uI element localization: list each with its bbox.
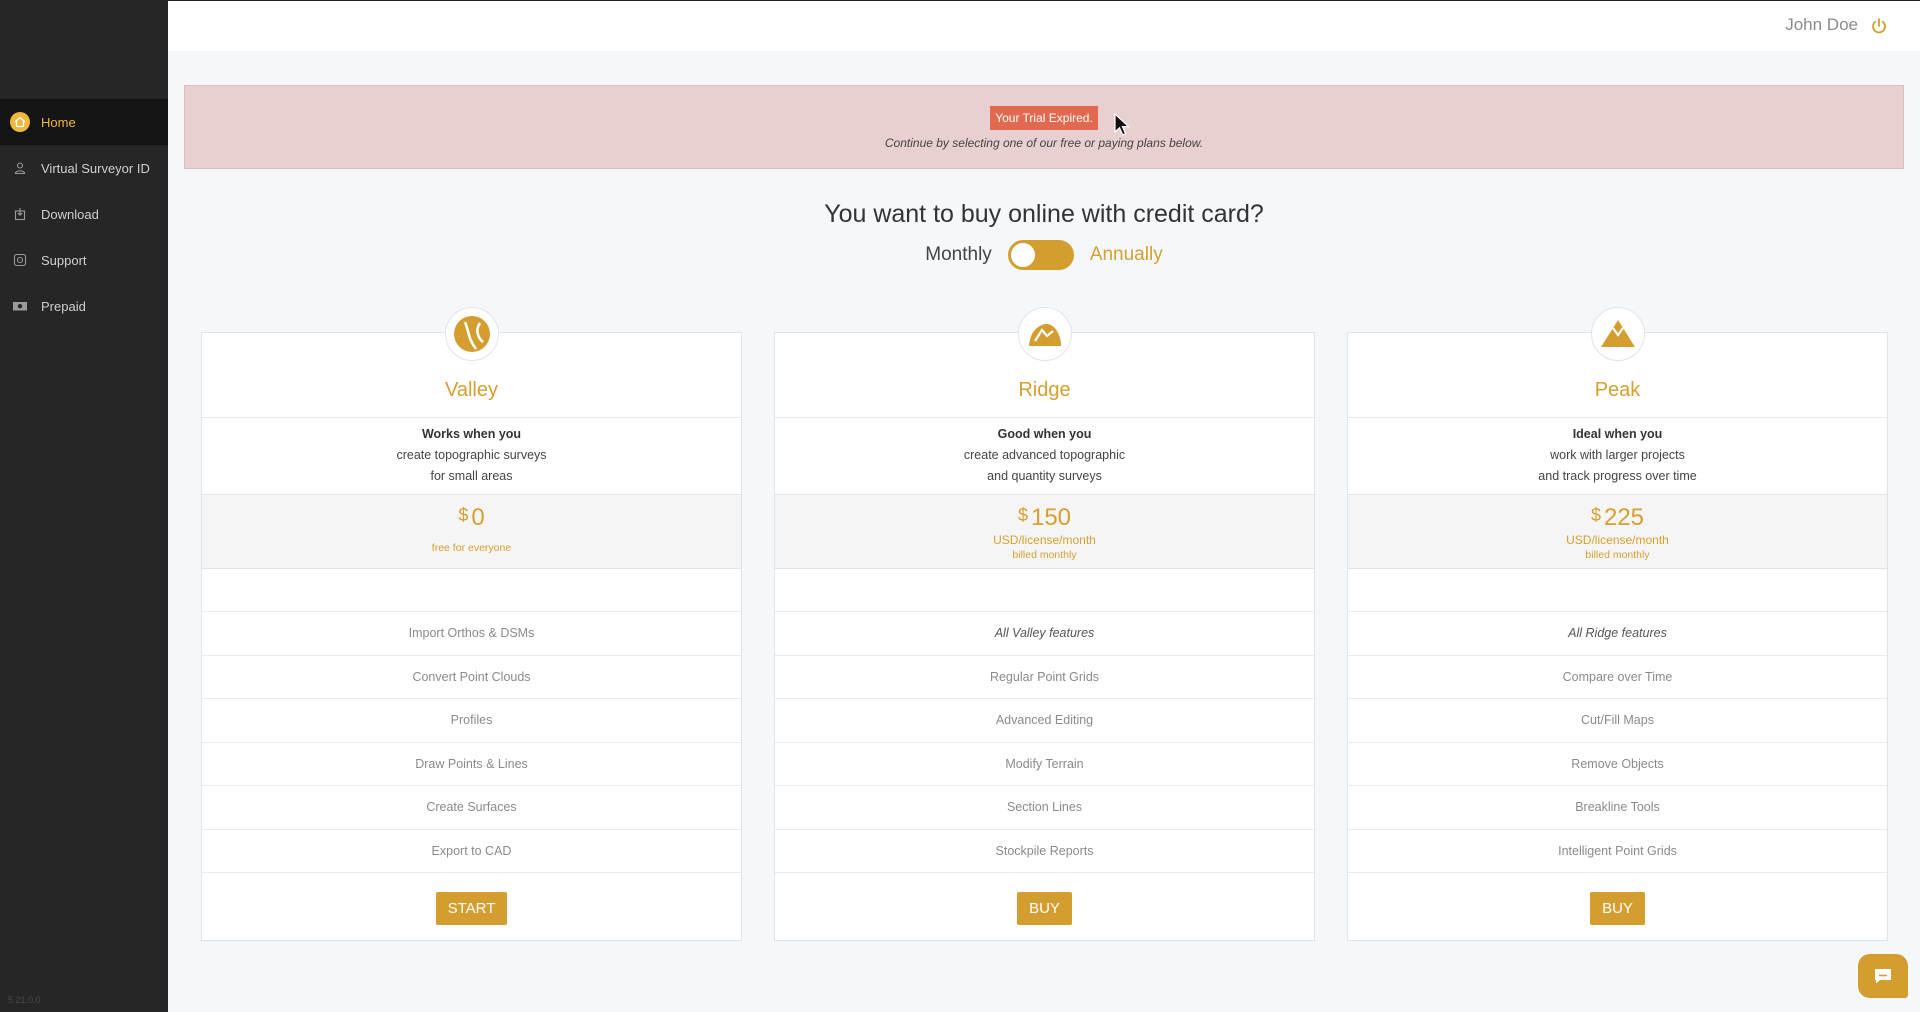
- sidebar-item-label: Home: [41, 114, 76, 130]
- plan-feature: Convert Point Clouds: [202, 656, 741, 699]
- plan-price-box: $0 free for everyone: [202, 494, 741, 569]
- billing-toggle-row: Monthly Annually: [168, 240, 1920, 270]
- plan-feature-spacer: [775, 569, 1314, 612]
- plan-price-box: $150 USD/license/month billed monthly: [775, 494, 1314, 569]
- user-name[interactable]: John Doe: [1785, 15, 1858, 35]
- sidebar-item-prepaid[interactable]: Prepaid: [0, 283, 168, 329]
- sidebar-item-label: Virtual Surveyor ID: [41, 160, 150, 176]
- plan-desc-lead: Good when you: [997, 427, 1092, 441]
- plan-feature: Breakline Tools: [1348, 786, 1887, 830]
- sidebar-item-label: Support: [41, 252, 87, 268]
- plan-desc-lead: Ideal when you: [1572, 427, 1663, 441]
- sidebar-item-virtual-surveyor-id[interactable]: Virtual Surveyor ID: [0, 145, 168, 191]
- plan-description: Good when you create advanced topographi…: [775, 418, 1314, 494]
- plan-feature: Cut/Fill Maps: [1348, 699, 1887, 743]
- sidebar-item-home[interactable]: Home: [0, 99, 168, 145]
- plan-billing-note: billed monthly: [1012, 549, 1077, 561]
- peak-icon: [1591, 307, 1645, 361]
- start-button[interactable]: START: [435, 892, 508, 925]
- buy-ridge-button[interactable]: BUY: [1017, 892, 1072, 925]
- plan-feature-spacer: [202, 569, 741, 612]
- plan-feature: Section Lines: [775, 786, 1314, 830]
- plan-feature: Compare over Time: [1348, 656, 1887, 699]
- price-unit: USD/license/month: [993, 533, 1096, 547]
- plan-feature: Modify Terrain: [775, 743, 1314, 786]
- plan-feature: Regular Point Grids: [775, 656, 1314, 699]
- plan-card-peak: Peak Ideal when you work with larger pro…: [1347, 307, 1888, 944]
- plan-price: $0: [202, 501, 741, 532]
- plan-feature: Profiles: [202, 699, 741, 743]
- banner-subtitle: Continue by selecting one of our free or…: [884, 136, 1204, 150]
- support-icon: [10, 250, 30, 270]
- top-bar: John Doe: [168, 0, 1920, 51]
- power-icon[interactable]: [1870, 17, 1888, 35]
- plan-desc-line: and quantity surveys: [987, 469, 1102, 483]
- chat-icon: [1875, 969, 1891, 984]
- currency-symbol: $: [458, 505, 469, 525]
- toggle-knob: [1010, 243, 1035, 267]
- plan-cta-row: BUY: [775, 873, 1314, 944]
- plan-feature: Export to CAD: [202, 830, 741, 873]
- trial-expired-banner: Your Trial Expired. Continue by selectin…: [184, 85, 1904, 169]
- chat-widget-button[interactable]: [1858, 954, 1908, 998]
- plan-desc-line: create advanced topographic: [963, 448, 1126, 462]
- sidebar-item-label: Download: [41, 206, 99, 222]
- plan-price: $225: [1348, 501, 1887, 532]
- plan-card-ridge: Ridge Good when you create advanced topo…: [774, 307, 1315, 944]
- price-value: 0: [471, 504, 485, 531]
- sidebar-item-support[interactable]: Support: [0, 237, 168, 283]
- sidebar-item-download[interactable]: Download: [0, 191, 168, 237]
- plan-billing-note: billed monthly: [1585, 549, 1650, 561]
- plan-price-box: $225 USD/license/month billed monthly: [1348, 494, 1887, 569]
- download-icon: [10, 204, 30, 224]
- price-unit: USD/license/month: [1566, 533, 1669, 547]
- plan-feature: Advanced Editing: [775, 699, 1314, 743]
- plan-feature: All Ridge features: [1348, 612, 1887, 656]
- valley-icon: [445, 307, 499, 361]
- version-label: 5.21.0.0: [8, 995, 41, 1005]
- plan-billing-note: free for everyone: [431, 542, 512, 554]
- sidebar-item-label: Prepaid: [41, 298, 86, 314]
- person-icon: [10, 158, 30, 178]
- plan-feature: All Valley features: [775, 612, 1314, 656]
- currency-symbol: $: [1017, 505, 1028, 525]
- price-value: 225: [1603, 504, 1645, 531]
- sidebar: Home Virtual Surveyor ID Download Suppor…: [0, 0, 168, 1012]
- trial-expired-badge: Your Trial Expired.: [990, 106, 1098, 130]
- plan-price: $150: [775, 501, 1314, 532]
- ridge-icon: [1018, 307, 1072, 361]
- plan-desc-line: work with larger projects: [1550, 448, 1685, 462]
- plan-description: Works when you create topographic survey…: [202, 418, 741, 494]
- plan-desc-line: and track progress over time: [1538, 469, 1697, 483]
- plan-feature: Create Surfaces: [202, 786, 741, 830]
- buy-peak-button[interactable]: BUY: [1590, 892, 1645, 925]
- billing-period-toggle[interactable]: [1007, 240, 1074, 270]
- plan-feature: Import Orthos & DSMs: [202, 612, 741, 656]
- plan-cta-row: START: [202, 873, 741, 944]
- sidebar-nav: Home Virtual Surveyor ID Download Suppor…: [0, 99, 168, 329]
- plan-description: Ideal when you work with larger projects…: [1348, 418, 1887, 494]
- mouse-cursor-icon: [1114, 113, 1131, 136]
- plan-card-valley: Valley Works when you create topographic…: [201, 307, 742, 944]
- plan-feature: Stockpile Reports: [775, 830, 1314, 873]
- annually-label[interactable]: Annually: [1090, 244, 1163, 266]
- plan-feature: Draw Points & Lines: [202, 743, 741, 786]
- purchase-headline: You want to buy online with credit card?: [824, 200, 1264, 228]
- plan-cta-row: BUY: [1348, 873, 1887, 944]
- price-value: 150: [1030, 504, 1072, 531]
- home-icon: [10, 112, 30, 132]
- plan-feature-spacer: [1348, 569, 1887, 612]
- monthly-label[interactable]: Monthly: [925, 244, 992, 266]
- plan-desc-line: for small areas: [430, 469, 513, 483]
- plan-desc-lead: Works when you: [421, 427, 522, 441]
- plan-desc-line: create topographic surveys: [396, 448, 547, 462]
- money-icon: [10, 296, 30, 316]
- currency-symbol: $: [1590, 505, 1601, 525]
- plan-feature: Remove Objects: [1348, 743, 1887, 786]
- plan-feature: Intelligent Point Grids: [1348, 830, 1887, 873]
